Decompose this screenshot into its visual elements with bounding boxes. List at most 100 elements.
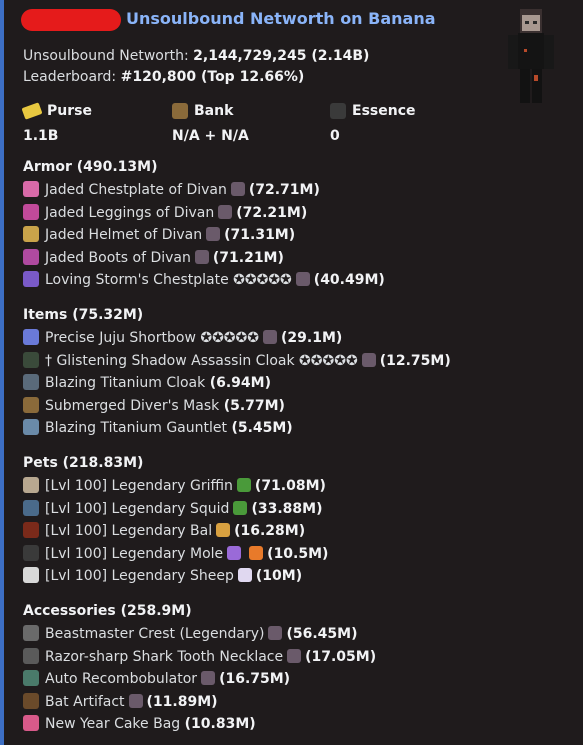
leaf-icon (233, 500, 248, 515)
list-item: Auto Recombobulator (16.75M) (23, 669, 290, 689)
leaf-icon (236, 478, 251, 492)
purse-icon (21, 102, 43, 120)
leaderboard-label: Leaderboard: (23, 69, 121, 85)
item-name: [Lvl 100] Legendary Bal (45, 523, 213, 539)
leaderboard-line: Leaderboard: #120,800 (Top 12.66%) (23, 67, 304, 87)
titanium-cloak-icon (23, 374, 39, 390)
bat-icon (23, 692, 39, 709)
list-item: Blazing Titanium Cloak (6.94M) (23, 373, 271, 393)
list-item: Jaded Helmet of Divan (71.31M) (23, 225, 295, 245)
list-item: [Lvl 100] Legendary Mole (10.5M) (23, 544, 328, 564)
purse-label: Purse (47, 103, 92, 119)
list-item: [Lvl 100] Legendary Squid (33.88M) (23, 499, 322, 519)
section-title: Accessories (258.9M) (23, 603, 192, 619)
mole-icon (23, 544, 39, 561)
item-name: Auto Recombobulator (45, 671, 198, 687)
section-title: Pets (218.83M) (23, 455, 144, 471)
squid-icon (23, 499, 39, 516)
purse-value: 1.1B (23, 128, 59, 144)
gem-icon (263, 330, 277, 344)
gem-icon (295, 272, 310, 286)
bank-value: N/A + N/A (172, 128, 249, 144)
item-value: (6.94M) (209, 375, 271, 391)
griffin-icon (23, 477, 39, 493)
item-value: (33.88M) (251, 500, 323, 517)
item-value: (29.1M) (281, 330, 343, 346)
bal-icon (23, 522, 39, 538)
item-value: (56.45M) (286, 626, 358, 642)
gem-icon (201, 671, 216, 685)
embed-accent-bar (0, 0, 4, 745)
purse-field: Purse 1.1B (21, 101, 92, 144)
gem-icon (268, 626, 283, 640)
item-value: (17.05M) (305, 648, 377, 665)
item-name: [Lvl 100] Legendary Sheep (45, 568, 234, 584)
item-value: (16.75M) (219, 671, 291, 687)
redacted-author (21, 9, 121, 31)
networth-label: Unsoulbound Networth: (23, 48, 194, 64)
gem-icon (230, 182, 245, 196)
item-name: Jaded Leggings of Divan (45, 204, 215, 221)
item-name: Beastmaster Crest (Legendary) (45, 626, 265, 642)
list-item: Submerged Diver's Mask (5.77M) (23, 396, 285, 416)
chestplate-icon (23, 181, 39, 197)
pick-carrot-icon (227, 545, 242, 560)
carrot-icon (249, 545, 264, 560)
embed-title[interactable]: Unsoulbound Networth on Banana (126, 9, 436, 28)
item-value: (72.71M) (248, 182, 320, 198)
list-item: New Year Cake Bag (10.83M) (23, 714, 256, 734)
leggings-icon (23, 203, 39, 220)
recombobulator-icon (23, 670, 39, 686)
helmet-icon (23, 226, 39, 242)
cake-bag-icon (23, 715, 39, 731)
item-name: Submerged Diver's Mask (45, 397, 220, 414)
list-item: [Lvl 100] Legendary Sheep (10M) (23, 566, 302, 586)
bank-label: Bank (194, 103, 234, 119)
bank-icon (172, 103, 188, 119)
section-title: Items (75.32M) (23, 307, 144, 323)
list-item: Jaded Chestplate of Divan (72.71M) (23, 180, 320, 200)
item-value: (16.28M) (234, 523, 306, 539)
essence-field: Essence 0 (330, 101, 416, 144)
item-name: Precise Juju Shortbow ✪✪✪✪✪ (45, 330, 259, 346)
boots-icon (23, 248, 39, 265)
item-name: Blazing Titanium Gauntlet (45, 420, 227, 436)
list-item: Razor-sharp Shark Tooth Necklace (17.05M) (23, 647, 376, 667)
mask-icon (23, 396, 39, 413)
item-value: (5.45M) (231, 420, 293, 436)
list-item: Jaded Boots of Divan (71.21M) (23, 248, 284, 268)
item-value: (72.21M) (236, 204, 308, 221)
list-item: Precise Juju Shortbow ✪✪✪✪✪ (29.1M) (23, 328, 342, 348)
item-value: (5.77M) (223, 397, 285, 414)
item-name: New Year Cake Bag (45, 716, 181, 732)
list-item: [Lvl 100] Legendary Griffin (71.08M) (23, 476, 326, 496)
item-value: (71.08M) (254, 478, 326, 494)
gem-icon (194, 249, 209, 264)
essence-label: Essence (352, 103, 416, 119)
gem-icon (218, 204, 233, 219)
item-name: Bat Artifact (45, 693, 125, 710)
gem-icon (206, 227, 221, 241)
networth-embed: Unsoulbound Networth on Banana Unsoulbou… (0, 0, 583, 745)
crest-icon (23, 625, 39, 641)
item-name: [Lvl 100] Legendary Mole (45, 545, 224, 562)
gem-icon (128, 693, 143, 708)
item-name: Blazing Titanium Cloak (45, 375, 206, 391)
player-skin-avatar (508, 9, 554, 103)
gem-icon (361, 352, 376, 367)
item-value: (10.83M) (184, 716, 256, 732)
item-name: [Lvl 100] Legendary Griffin (45, 478, 233, 494)
cloak-icon (23, 351, 39, 368)
storm-chestplate-icon (23, 271, 39, 287)
list-item: [Lvl 100] Legendary Bal (16.28M) (23, 521, 305, 541)
cube-icon (237, 568, 252, 582)
networth-value: 2,144,729,245 (2.14B) (193, 48, 370, 64)
list-item: Jaded Leggings of Divan (72.21M) (23, 203, 307, 223)
gem-icon (287, 648, 302, 663)
sheep-icon (23, 567, 39, 583)
item-value: (11.89M) (146, 693, 218, 710)
item-name: Jaded Helmet of Divan (45, 227, 203, 243)
item-value: (71.31M) (224, 227, 296, 243)
list-item: Loving Storm's Chestplate ✪✪✪✪✪ (40.49M) (23, 270, 385, 290)
item-name: Razor-sharp Shark Tooth Necklace (45, 648, 284, 665)
